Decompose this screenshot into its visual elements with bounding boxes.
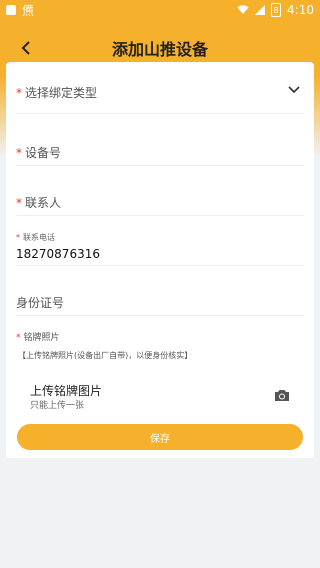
- wifi-icon: [237, 5, 249, 14]
- signal-icon: [255, 5, 266, 15]
- phone-field[interactable]: * 联系电话 18270876316: [16, 232, 304, 266]
- save-button[interactable]: 保存: [17, 424, 303, 450]
- binding-type-select[interactable]: * 选择绑定类型: [16, 82, 304, 114]
- chevron-down-icon: [288, 86, 300, 94]
- binding-type-text: 选择绑定类型: [25, 86, 98, 100]
- status-right: 8 4:10: [237, 3, 314, 17]
- device-no-field[interactable]: * 设备号: [16, 142, 304, 166]
- device-no-text: 设备号: [25, 146, 62, 160]
- camera-icon[interactable]: [274, 388, 290, 402]
- required-mark: *: [16, 196, 22, 210]
- nameplate-label: * 铭牌照片: [16, 330, 60, 343]
- battery-level: 8: [273, 5, 279, 15]
- id-number-field[interactable]: 身份证号: [16, 292, 304, 316]
- nameplate-note: 【上传铭牌照片(设备出厂自带)，以便身份核实】: [18, 351, 193, 360]
- nameplate-upload[interactable]: 上传铭牌图片 只能上传一张: [18, 380, 302, 414]
- device-no-label: * 设备号: [16, 146, 61, 160]
- phone-text: 联系电话: [23, 233, 55, 242]
- contact-field[interactable]: * 联系人: [16, 192, 304, 216]
- status-time: 4:10: [287, 3, 314, 17]
- upload-title: 上传铭牌图片: [30, 384, 103, 398]
- nameplate-text: 铭牌照片: [23, 333, 60, 343]
- upload-subtitle: 只能上传一张: [30, 401, 85, 411]
- status-left: 㷶: [6, 2, 34, 19]
- status-bar: 㷶 8 4:10: [0, 0, 320, 20]
- form-card: * 选择绑定类型 * 设备号 * 联系人 * 联系电话 18270876316 身份证号…: [6, 62, 314, 458]
- required-mark: *: [16, 333, 21, 343]
- required-mark: *: [16, 146, 22, 160]
- notification-icon: [6, 5, 16, 15]
- page-title: 添加山推设备: [111, 40, 208, 59]
- phone-label: * 联系电话: [16, 232, 304, 243]
- required-mark: *: [16, 233, 20, 242]
- battery-icon: 8: [271, 3, 282, 17]
- phone-value: 18270876316: [16, 247, 100, 261]
- binding-type-label: * 选择绑定类型: [16, 86, 97, 100]
- contact-label: * 联系人: [16, 196, 61, 210]
- status-glyph: 㷶: [22, 3, 35, 18]
- required-mark: *: [16, 86, 22, 100]
- id-number-label: 身份证号: [16, 296, 65, 310]
- contact-text: 联系人: [25, 196, 62, 210]
